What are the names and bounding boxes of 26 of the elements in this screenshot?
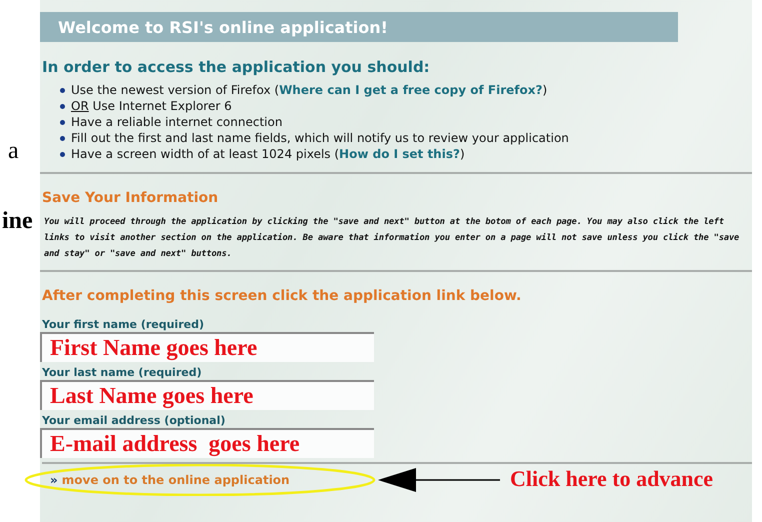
list-item-text: Use the newest version of Firefox (Where can I get a free copy of Firefox?): [71, 82, 548, 98]
field-label: Your email address (optional): [41, 414, 226, 427]
bullet-icon: [60, 152, 65, 156]
bullet-icon: [60, 120, 65, 124]
field-label: Your first name (required): [41, 318, 205, 331]
list-item-text: Have a screen width of at least 1024 pixels (How do I set this?): [71, 146, 465, 162]
input-field[interactable]: First Name goes here: [40, 332, 374, 362]
input-field[interactable]: Last Name goes here: [40, 380, 374, 410]
cut-text: ine: [2, 208, 33, 235]
cut-text: a: [8, 138, 19, 165]
field-label: Your last name (required): [41, 366, 203, 379]
help-link[interactable]: How do I set this?: [339, 147, 460, 161]
bullet-icon: [60, 88, 65, 92]
bullet-icon: [60, 104, 65, 108]
section-heading: In order to access the application you should:: [41, 58, 431, 76]
input-field[interactable]: E-mail address goes here: [40, 428, 374, 458]
list-item-text: Have a reliable internet connection: [71, 114, 282, 130]
section-heading: After completing this screen click the application link below.: [41, 288, 522, 304]
annotation-text: Click here to advance: [510, 466, 714, 492]
bullet-icon: [60, 136, 65, 140]
list-item-text: Fill out the first and last name fields, which will notify us to review your application: [71, 130, 569, 146]
list-item-text: OR Use Internet Explorer 6: [71, 98, 232, 114]
section-heading: Save Your Information: [41, 190, 220, 206]
page-title: Welcome to RSI's online application!: [40, 12, 678, 42]
help-link[interactable]: Where can I get a free copy of Firefox?: [279, 83, 542, 97]
instructions-paragraph: You will proceed through the application by clicking the "save and next" button at the botom of each page. You may also click the left links to visit another section on the application. Be aware that information you enter on a page will not save unless you click the "save and stay" or "save and next" buttons.: [43, 216, 740, 261]
